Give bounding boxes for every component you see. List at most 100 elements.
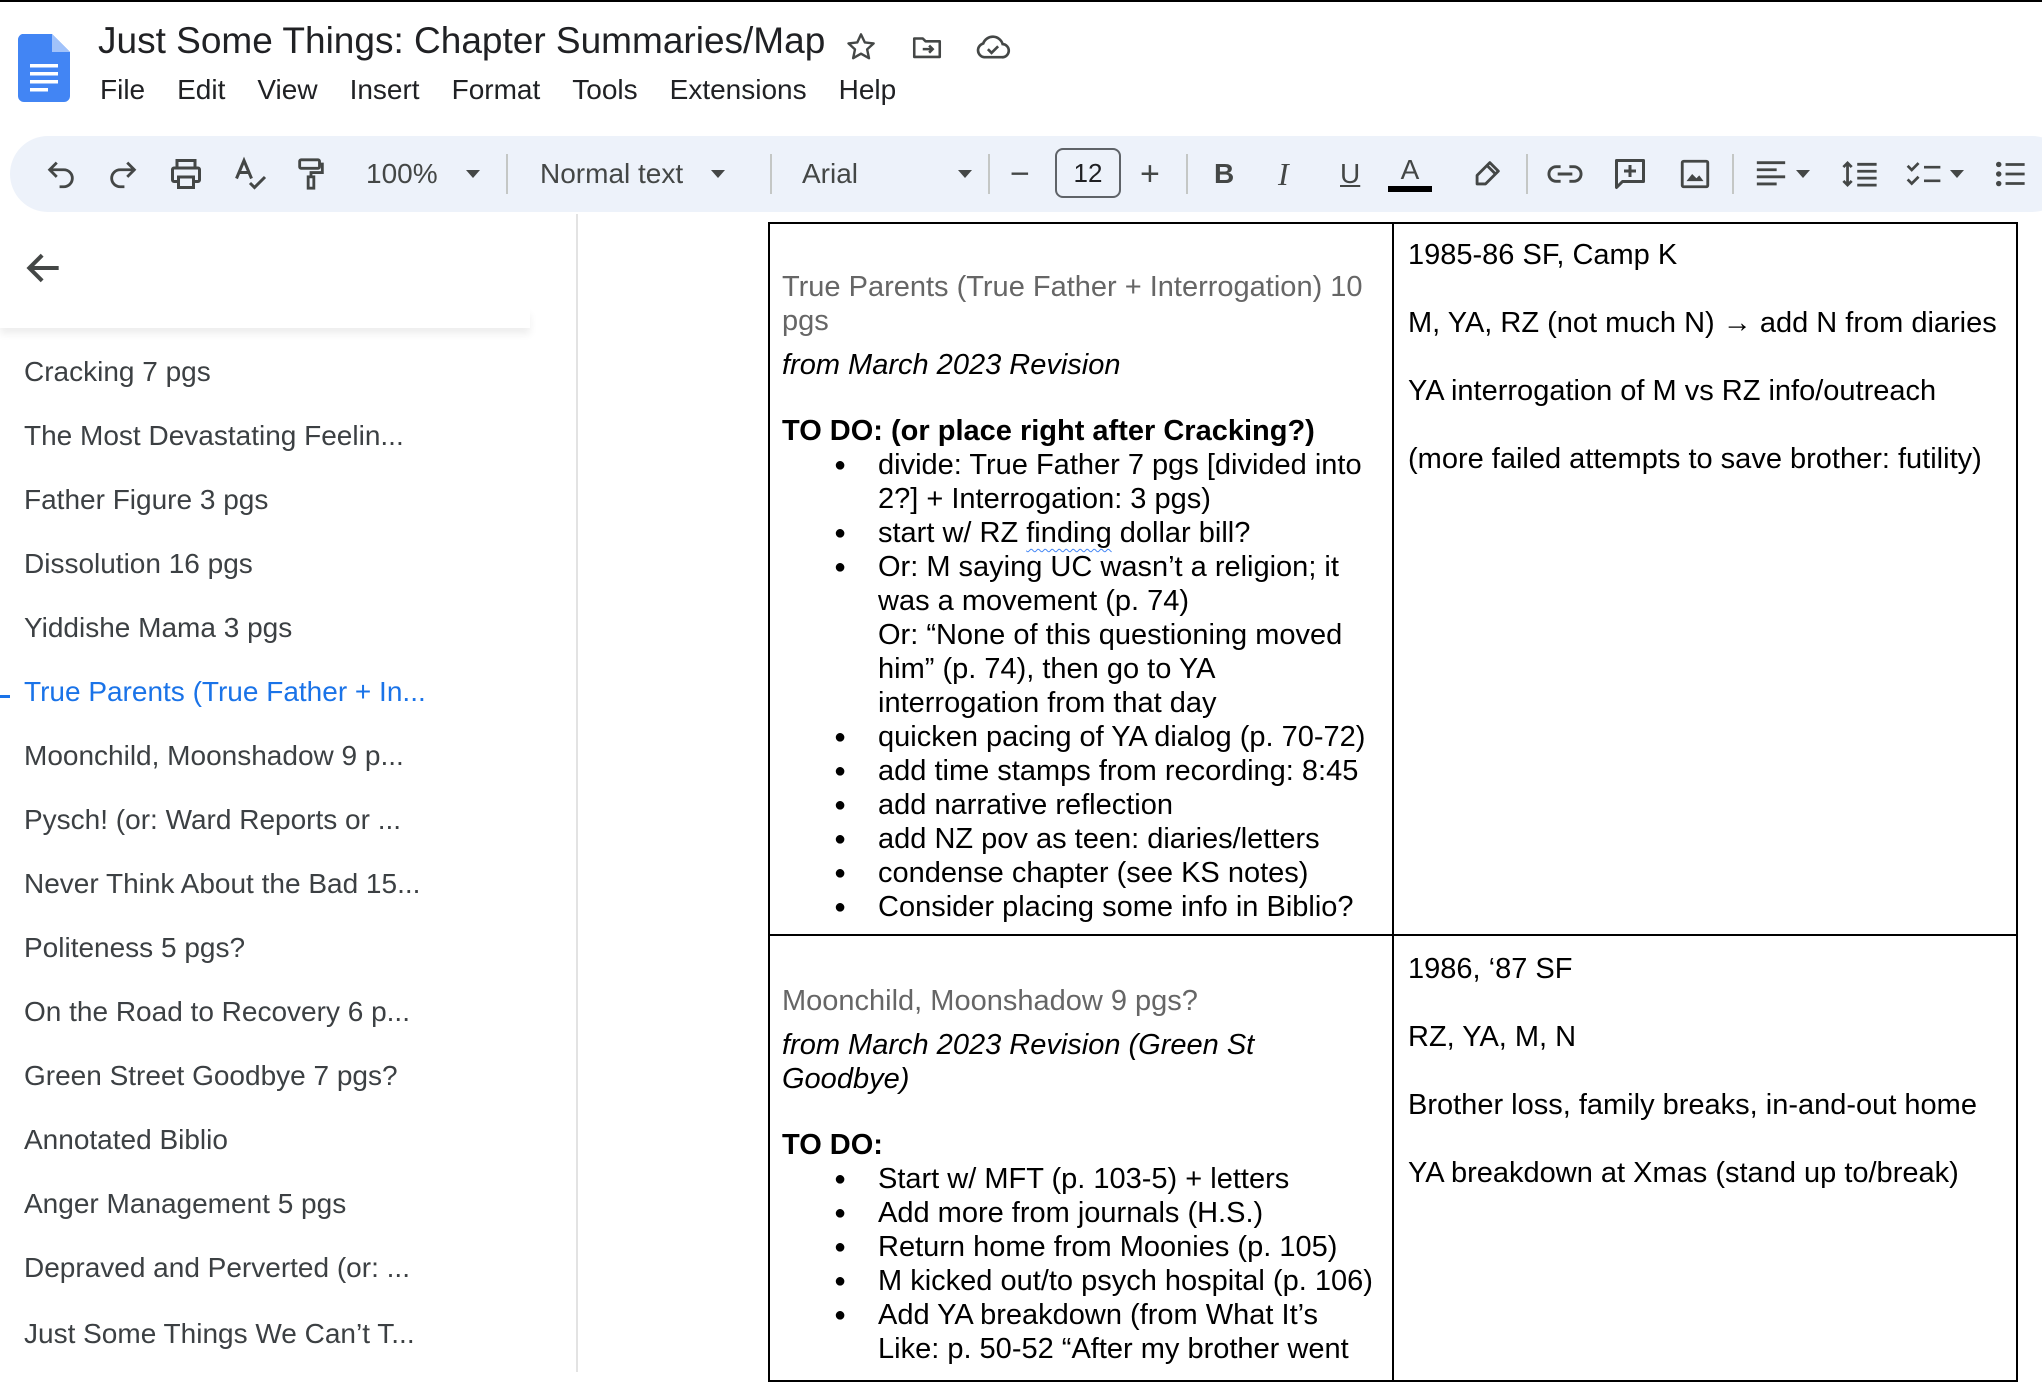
zoom-select[interactable]: 100% <box>366 136 480 212</box>
todo-heading: TO DO: (or place right after Cracking?) <box>782 415 1315 447</box>
insert-image-icon[interactable] <box>1678 136 1712 212</box>
underline-button[interactable]: U <box>1340 136 1360 212</box>
outline-item-never-think[interactable]: Never Think About the Bad 15... <box>24 868 420 900</box>
spellcheck-icon[interactable] <box>232 136 268 212</box>
toolbar-divider <box>1526 154 1528 194</box>
chapter-heading: Moonchild, Moonshadow 9 pgs? <box>782 985 1198 1017</box>
notes-line: YA breakdown at Xmas (stand up to/break) <box>1408 1157 1959 1189</box>
list-item: Or: M saying UC wasn’t a religion; it wa… <box>834 550 1382 618</box>
outline-item-road-to-recovery[interactable]: On the Road to Recovery 6 p... <box>24 996 410 1028</box>
outline-item-depraved[interactable]: Depraved and Perverted (or: ... <box>24 1252 410 1284</box>
toolbar: 100% Normal text Arial − 12 + B I U A <box>10 136 2042 212</box>
notes-line: Brother loss, family breaks, in-and-out … <box>1408 1089 1977 1121</box>
bold-button[interactable]: B <box>1214 136 1234 212</box>
style-select[interactable]: Normal text <box>540 136 726 212</box>
list-item-text: dollar bill? <box>1111 517 1251 549</box>
todo-list: divide: True Father 7 pgs [divided into … <box>782 448 1382 924</box>
todo-heading: TO DO: <box>782 1129 883 1161</box>
menu-help[interactable]: Help <box>839 74 897 106</box>
italic-button[interactable]: I <box>1278 136 1289 212</box>
notes-line: 1985-86 SF, Camp K <box>1408 239 1678 271</box>
sidebar-divider <box>576 214 578 1372</box>
highlight-pen-icon[interactable] <box>1470 136 1504 212</box>
outline-item-green-street[interactable]: Green Street Goodbye 7 pgs? <box>24 1060 398 1092</box>
document-title[interactable]: Just Some Things: Chapter Summaries/Map <box>98 20 825 62</box>
list-item-text: start w/ RZ <box>878 517 1027 549</box>
increase-font-size-button[interactable]: + <box>1140 136 1160 212</box>
list-item: quicken pacing of YA dialog (p. 70-72) <box>834 720 1382 754</box>
chevron-down-icon <box>711 170 726 178</box>
list-item: add time stamps from recording: 8:45 <box>834 754 1382 788</box>
bulleted-list-icon[interactable] <box>1994 136 2028 212</box>
chapter-heading: True Parents (True Father + Interrogatio… <box>782 271 1363 337</box>
table-row-divider <box>768 934 2018 936</box>
list-item: Consider placing some info in Biblio? <box>834 890 1382 924</box>
outline-item-politeness[interactable]: Politeness 5 pgs? <box>24 932 245 964</box>
revision-note: from March 2023 Revision <box>782 349 1121 381</box>
list-item: M kicked out/to psych hospital (p. 106) <box>834 1264 1382 1298</box>
add-comment-icon[interactable] <box>1612 136 1648 212</box>
row2-summary-cell[interactable]: Moonchild, Moonshadow 9 pgs? from March … <box>782 984 1382 1366</box>
revision-note: from March 2023 Revision (Green St Goodb… <box>782 1029 1255 1095</box>
row1-summary-cell[interactable]: True Parents (True Father + Interrogatio… <box>782 270 1382 924</box>
notes-line: YA interrogation of M vs RZ info/outreac… <box>1408 375 1937 407</box>
menu-format[interactable]: Format <box>452 74 541 106</box>
align-left-icon[interactable] <box>1754 136 1810 212</box>
style-value: Normal text <box>540 158 684 189</box>
font-size-input[interactable]: 12 <box>1055 148 1121 198</box>
row2-notes-cell[interactable]: 1986, ‘87 SF RZ, YA, M, N Brother loss, … <box>1408 952 2008 1224</box>
outline-item-father-figure[interactable]: Father Figure 3 pgs <box>24 484 268 516</box>
menu-extensions[interactable]: Extensions <box>670 74 807 106</box>
list-item: Add YA breakdown (from What It’s Like: p… <box>834 1298 1382 1366</box>
toolbar-divider <box>988 154 990 194</box>
list-item: add NZ pov as teen: diaries/letters <box>834 822 1382 856</box>
row1-notes-cell[interactable]: 1985-86 SF, Camp K M, YA, RZ (not much N… <box>1408 238 2008 510</box>
list-item: Start w/ MFT (p. 103-5) + letters <box>834 1162 1382 1196</box>
text-color-letter: A <box>1400 154 1420 185</box>
menu-file[interactable]: File <box>100 74 145 106</box>
cloud-saved-icon[interactable] <box>972 26 1014 68</box>
chevron-down-icon <box>1950 170 1964 178</box>
menu-bar: File Edit View Insert Format Tools Exten… <box>100 74 928 106</box>
outline-scroll-fade <box>0 308 530 328</box>
outline-item-just-some-things[interactable]: Just Some Things We Can’t T... <box>24 1318 415 1350</box>
paint-format-icon[interactable] <box>294 136 328 212</box>
menu-tools[interactable]: Tools <box>572 74 637 106</box>
menu-edit[interactable]: Edit <box>177 74 225 106</box>
undo-icon[interactable] <box>44 136 78 212</box>
move-folder-icon[interactable] <box>906 26 948 68</box>
text-color-button[interactable]: A <box>1388 136 1432 212</box>
decrease-font-size-button[interactable]: − <box>1010 136 1030 212</box>
docs-logo-icon[interactable] <box>18 34 70 102</box>
star-icon[interactable] <box>840 26 882 68</box>
list-item: start w/ RZ finding dollar bill? <box>834 516 1382 550</box>
zoom-value: 100% <box>366 158 438 189</box>
outline-item-moonchild[interactable]: Moonchild, Moonshadow 9 p... <box>24 740 404 772</box>
toolbar-divider <box>770 154 772 194</box>
print-icon[interactable] <box>168 136 204 212</box>
outline-item-most-devastating[interactable]: The Most Devastating Feelin... <box>24 420 404 452</box>
outline-item-true-parents[interactable]: True Parents (True Father + In... <box>24 676 426 708</box>
menu-view[interactable]: View <box>257 74 317 106</box>
redo-icon[interactable] <box>106 136 140 212</box>
text-color-swatch <box>1388 186 1432 192</box>
outline-item-yiddishe-mama[interactable]: Yiddishe Mama 3 pgs <box>24 612 292 644</box>
link-icon[interactable] <box>1546 136 1584 212</box>
font-select[interactable]: Arial <box>802 136 972 212</box>
toolbar-divider <box>506 154 508 194</box>
outline-active-indicator <box>0 695 10 698</box>
outline-item-pysch[interactable]: Pysch! (or: Ward Reports or ... <box>24 804 401 836</box>
back-arrow-icon[interactable] <box>22 246 66 290</box>
spelling-flag[interactable]: finding <box>1026 517 1111 549</box>
outline-item-anger-management[interactable]: Anger Management 5 pgs <box>24 1188 346 1220</box>
chevron-down-icon <box>958 170 972 178</box>
menu-insert[interactable]: Insert <box>350 74 420 106</box>
notes-line: RZ, YA, M, N <box>1408 1021 1577 1053</box>
line-spacing-icon[interactable] <box>1842 136 1878 212</box>
checklist-icon[interactable] <box>1906 136 1964 212</box>
notes-line: M, YA, RZ (not much N) → add N from diar… <box>1408 307 1997 339</box>
outline-item-cracking[interactable]: Cracking 7 pgs <box>24 356 211 388</box>
outline-item-dissolution[interactable]: Dissolution 16 pgs <box>24 548 253 580</box>
outline-item-annotated-biblio[interactable]: Annotated Biblio <box>24 1124 228 1156</box>
todo-list: Start w/ MFT (p. 103-5) + letters Add mo… <box>782 1162 1382 1366</box>
